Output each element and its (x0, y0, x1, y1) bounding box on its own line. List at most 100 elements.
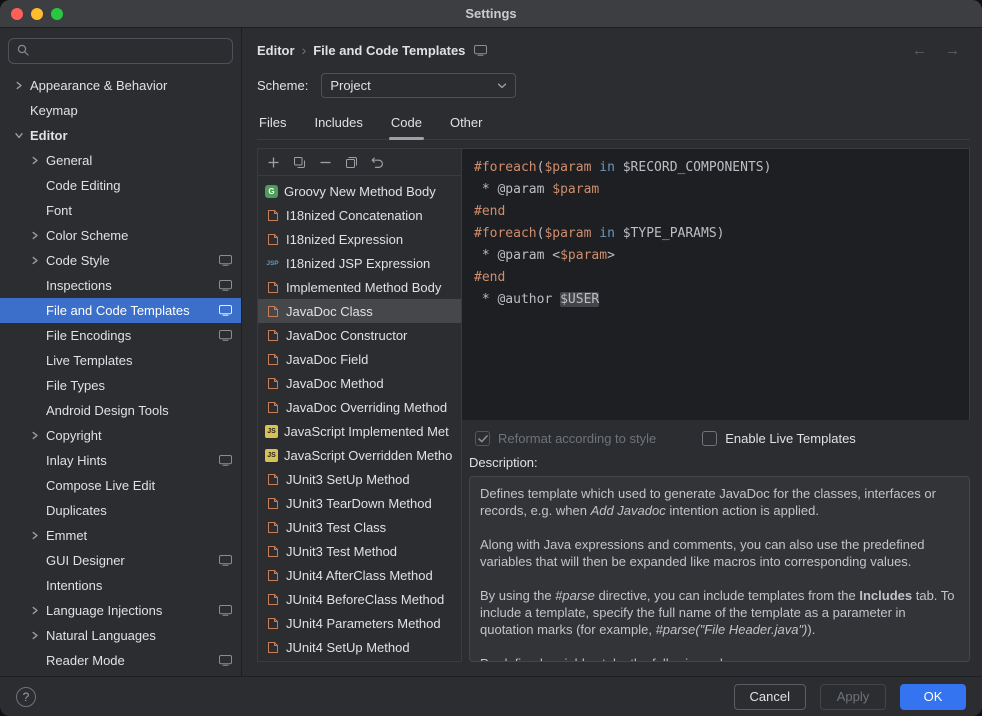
sidebar-item-appearance-behavior[interactable]: Appearance & Behavior (0, 73, 241, 98)
sidebar-item-color-scheme[interactable]: Color Scheme (0, 223, 241, 248)
chevron-right-icon[interactable] (10, 78, 28, 94)
search-box[interactable] (8, 38, 233, 64)
tab-other[interactable]: Other (448, 110, 485, 139)
template-icon (265, 545, 280, 558)
list-item-javadoc-overriding-method[interactable]: JavaDoc Overriding Method (258, 395, 461, 419)
history-nav: ← → (912, 42, 960, 59)
list-item-javascript-overridden-metho[interactable]: JSJavaScript Overridden Metho (258, 443, 461, 467)
list-item-groovy-new-method-body[interactable]: GGroovy New Method Body (258, 179, 461, 203)
tab-files[interactable]: Files (257, 110, 288, 139)
remove-icon[interactable] (319, 156, 332, 169)
breadcrumb-section[interactable]: Editor (257, 43, 295, 58)
chevron-right-icon[interactable] (26, 528, 44, 544)
sidebar-item-keymap[interactable]: Keymap (0, 98, 241, 123)
sidebar-item-code-style[interactable]: Code Style (0, 248, 241, 273)
sidebar-item-duplicates[interactable]: Duplicates (0, 498, 241, 523)
close-button[interactable] (11, 8, 23, 20)
sidebar-item-label: Font (46, 203, 72, 218)
chevron-right-icon[interactable] (26, 228, 44, 244)
template-name: JUnit3 SetUp Method (286, 472, 410, 487)
app-body: Appearance & BehaviorKeymapEditorGeneral… (0, 28, 982, 676)
template-name: JUnit4 AfterClass Method (286, 568, 433, 583)
sidebar-item-gui-designer[interactable]: GUI Designer (0, 548, 241, 573)
sidebar-item-live-templates[interactable]: Live Templates (0, 348, 241, 373)
chevron-down-icon[interactable] (10, 128, 28, 144)
list-item-junit3-setup-method[interactable]: JUnit3 SetUp Method (258, 467, 461, 491)
chevron-right-icon[interactable] (26, 603, 44, 619)
titlebar: Settings (0, 0, 982, 28)
list-item-javadoc-field[interactable]: JavaDoc Field (258, 347, 461, 371)
sidebar-item-file-and-code-templates[interactable]: File and Code Templates (0, 298, 241, 323)
sidebar-item-inlay-hints[interactable]: Inlay Hints (0, 448, 241, 473)
list-item-javadoc-constructor[interactable]: JavaDoc Constructor (258, 323, 461, 347)
sidebar-item-label: Inspections (46, 278, 112, 293)
sidebar-item-language-injections[interactable]: Language Injections (0, 598, 241, 623)
screen-icon (219, 280, 232, 291)
sidebar-item-font[interactable]: Font (0, 198, 241, 223)
list-item-javadoc-class[interactable]: JavaDoc Class (258, 299, 461, 323)
reformat-checkbox[interactable]: Reformat according to style (475, 431, 656, 446)
code-editor[interactable]: #foreach($param in $RECORD_COMPONENTS) *… (462, 148, 970, 420)
enable-live-templates-checkbox[interactable]: Enable Live Templates (702, 431, 856, 446)
list-item-junit4-setup-method[interactable]: JUnit4 SetUp Method (258, 635, 461, 659)
list-item-implemented-method-body[interactable]: Implemented Method Body (258, 275, 461, 299)
sidebar-item-general[interactable]: General (0, 148, 241, 173)
sidebar-item-file-encodings[interactable]: File Encodings (0, 323, 241, 348)
back-icon[interactable]: ← (912, 42, 927, 59)
search-input[interactable] (35, 43, 225, 60)
template-list-panel: GGroovy New Method Body I18nized Concaten… (257, 148, 462, 662)
description-text: #parse("File Header.java") (656, 622, 808, 637)
revert-icon[interactable] (371, 156, 384, 169)
help-button[interactable]: ? (16, 687, 36, 707)
screen-icon (219, 605, 232, 616)
forward-icon[interactable]: → (945, 42, 960, 59)
list-item-javascript-implemented-met[interactable]: JSJavaScript Implemented Met (258, 419, 461, 443)
sidebar-item-file-types[interactable]: File Types (0, 373, 241, 398)
cancel-button[interactable]: Cancel (734, 684, 806, 710)
sidebar-item-label: Duplicates (46, 503, 107, 518)
code-token: $param (544, 226, 591, 241)
code-token: $USER (560, 292, 599, 307)
tab-includes[interactable]: Includes (312, 110, 364, 139)
chevron-right-icon[interactable] (26, 428, 44, 444)
sidebar-item-copyright[interactable]: Copyright (0, 423, 241, 448)
chevron-right-icon[interactable] (26, 628, 44, 644)
sidebar-item-natural-languages[interactable]: Natural Languages (0, 623, 241, 648)
sidebar-item-inspections[interactable]: Inspections (0, 273, 241, 298)
description-paragraph: Predefined variables take the following … (480, 655, 959, 662)
list-item-junit4-afterclass-method[interactable]: JUnit4 AfterClass Method (258, 563, 461, 587)
duplicate-icon[interactable] (345, 156, 358, 169)
list-item-i18nized-concatenation[interactable]: I18nized Concatenation (258, 203, 461, 227)
tab-code[interactable]: Code (389, 110, 424, 139)
screen-icon (219, 655, 232, 666)
sidebar-item-android-design-tools[interactable]: Android Design Tools (0, 398, 241, 423)
copy-icon[interactable] (293, 156, 306, 169)
sidebar-item-label: File Encodings (46, 328, 131, 343)
sidebar-item-reader-mode[interactable]: Reader Mode (0, 648, 241, 673)
sidebar-item-emmet[interactable]: Emmet (0, 523, 241, 548)
scheme-dropdown[interactable]: Project (321, 73, 516, 98)
list-item-junit3-test-method[interactable]: JUnit3 Test Method (258, 539, 461, 563)
chevron-right-icon[interactable] (26, 153, 44, 169)
template-name: I18nized Concatenation (286, 208, 423, 223)
list-item-junit3-test-class[interactable]: JUnit3 Test Class (258, 515, 461, 539)
list-item-javadoc-method[interactable]: JavaDoc Method (258, 371, 461, 395)
list-item-junit4-parameters-method[interactable]: JUnit4 Parameters Method (258, 611, 461, 635)
sidebar-item-compose-live-edit[interactable]: Compose Live Edit (0, 473, 241, 498)
template-name: JUnit3 TearDown Method (286, 496, 432, 511)
list-item-junit3-teardown-method[interactable]: JUnit3 TearDown Method (258, 491, 461, 515)
template-name: JUnit3 Test Method (286, 544, 397, 559)
sidebar-item-intentions[interactable]: Intentions (0, 573, 241, 598)
list-item-junit4-beforeclass-method[interactable]: JUnit4 BeforeClass Method (258, 587, 461, 611)
add-icon[interactable] (267, 156, 280, 169)
minimize-button[interactable] (31, 8, 43, 20)
apply-button[interactable]: Apply (820, 684, 886, 710)
list-item-i18nized-jsp-expression[interactable]: JSPI18nized JSP Expression (258, 251, 461, 275)
chevron-right-icon[interactable] (26, 253, 44, 269)
sidebar-item-editor[interactable]: Editor (0, 123, 241, 148)
list-item-i18nized-expression[interactable]: I18nized Expression (258, 227, 461, 251)
zoom-button[interactable] (51, 8, 63, 20)
template-name: JavaDoc Constructor (286, 328, 407, 343)
sidebar-item-code-editing[interactable]: Code Editing (0, 173, 241, 198)
ok-button[interactable]: OK (900, 684, 966, 710)
